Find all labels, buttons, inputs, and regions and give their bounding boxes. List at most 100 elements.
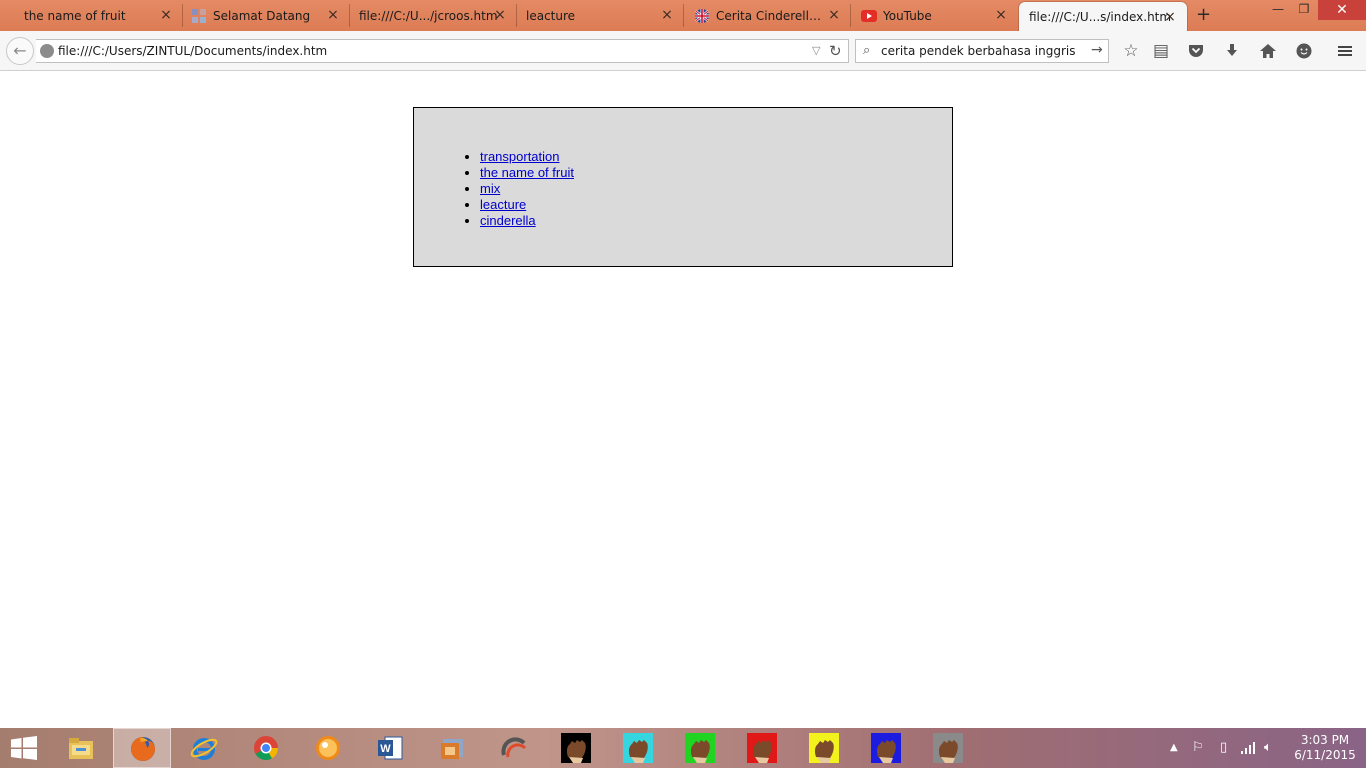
tray-expand-icon[interactable]: ▲ [1170, 742, 1178, 753]
taskbar-hand-cyan[interactable] [609, 728, 667, 768]
media-player-icon [316, 736, 340, 760]
list-item: the name of fruit [480, 165, 574, 181]
tab-close-icon[interactable]: × [159, 8, 173, 22]
tab-youtube[interactable]: YouTube × [851, 0, 1018, 31]
taskbar-media-player[interactable] [299, 728, 357, 768]
back-arrow-icon[interactable]: ← [6, 37, 34, 65]
link-menu-box: transportation the name of fruit mix lea… [413, 107, 953, 267]
tab-strip: the name of fruit × Selamat Datang × fil… [0, 0, 1366, 31]
hello-chat-icon[interactable] [1292, 39, 1316, 63]
pocket-icon[interactable] [1184, 39, 1208, 63]
grid-favicon-icon [192, 9, 206, 23]
tab-close-icon[interactable]: × [493, 8, 507, 22]
search-go-arrow-icon[interactable]: → [1091, 42, 1103, 58]
link-leacture[interactable]: leacture [480, 197, 526, 212]
taskbar-hand-red[interactable] [733, 728, 791, 768]
tab-index-active[interactable]: file:///C:/U...s/index.htm × [1019, 2, 1187, 31]
youtube-favicon-icon [861, 10, 877, 22]
tab-label: file:///C:/U.../jcroos.htm [359, 8, 498, 23]
link-the-name-of-fruit[interactable]: the name of fruit [480, 165, 574, 180]
taskbar-internet-explorer[interactable] [175, 728, 233, 768]
taskbar-hand-black[interactable] [547, 728, 605, 768]
new-tab-plus-icon[interactable]: + [1196, 6, 1211, 24]
taskbar-file-explorer[interactable] [52, 728, 110, 768]
file-explorer-icon [69, 738, 93, 759]
tab-cerita-cinderella[interactable]: Cerita Cinderella d... × [684, 0, 851, 31]
hand-cyan-icon [623, 733, 653, 763]
link-list: transportation the name of fruit mix lea… [480, 149, 574, 229]
minimize-icon[interactable]: — [1268, 2, 1288, 20]
system-clock[interactable]: 3:03 PM 6/11/2015 [1290, 733, 1360, 763]
tab-close-icon[interactable]: × [660, 8, 674, 22]
svg-text:W: W [380, 743, 391, 755]
tab-label: the name of fruit [24, 8, 126, 23]
taskbar-hand-gray[interactable] [919, 728, 977, 768]
action-center-flag-icon[interactable]: ⚐ [1192, 740, 1204, 755]
link-mix[interactable]: mix [480, 181, 500, 196]
internet-explorer-icon [190, 738, 218, 760]
tab-label: YouTube [883, 8, 932, 23]
page-content: transportation the name of fruit mix lea… [0, 72, 1366, 728]
taskbar-word[interactable]: W [361, 728, 419, 768]
history-dropdown-icon[interactable]: ▽ [812, 44, 820, 57]
tab-label: leacture [526, 8, 576, 23]
search-bar[interactable]: ⌕ cerita pendek berbahasa inggris → [855, 39, 1109, 63]
hand-yellow-icon [809, 733, 839, 763]
taskbar-hand-blue[interactable] [857, 728, 915, 768]
reload-icon[interactable]: ↻ [829, 42, 842, 60]
search-input[interactable]: cerita pendek berbahasa inggris [881, 44, 1075, 58]
download-icon[interactable] [1220, 39, 1244, 63]
taskbar-app[interactable] [423, 728, 481, 768]
bookmark-star-icon[interactable]: ☆ [1119, 39, 1143, 63]
list-item: transportation [480, 149, 574, 165]
windows-start-icon[interactable] [10, 736, 38, 760]
taskbar-app[interactable] [485, 728, 543, 768]
network-signal-icon[interactable] [1240, 741, 1256, 755]
battery-icon[interactable]: ▯ [1220, 740, 1227, 755]
firefox-icon [131, 737, 155, 761]
hand-green-icon [685, 733, 715, 763]
url-text[interactable]: file:///C:/Users/ZINTUL/Documents/index.… [58, 44, 327, 58]
restore-icon[interactable]: ❐ [1294, 2, 1314, 20]
uk-flag-favicon-icon [695, 9, 709, 23]
hamburger-menu-icon[interactable] [1333, 39, 1357, 63]
tab-the-name-of-fruit[interactable]: the name of fruit × [0, 0, 183, 31]
clock-time: 3:03 PM [1300, 733, 1350, 747]
app-icon [441, 739, 463, 759]
taskbar: W ▲ ⚐ ▯ 🔈︎ 3:03 PM 6/11/2015 [0, 728, 1366, 768]
navigation-bar: ← file:///C:/Users/ZINTUL/Documents/inde… [0, 31, 1366, 71]
home-icon[interactable] [1256, 39, 1280, 63]
clock-date: 6/11/2015 [1294, 748, 1356, 762]
tab-close-icon[interactable]: × [326, 8, 340, 22]
search-icon: ⌕ [863, 43, 871, 58]
link-cinderella[interactable]: cinderella [480, 213, 536, 228]
taskbar-firefox[interactable] [113, 728, 171, 768]
tab-leacture[interactable]: leacture × [517, 0, 684, 31]
tab-close-icon[interactable]: × [994, 8, 1008, 22]
tab-close-icon[interactable]: × [1163, 10, 1177, 24]
tab-label: file:///C:/U...s/index.htm [1029, 9, 1172, 24]
tab-label: Selamat Datang [213, 8, 311, 23]
taskbar-hand-green[interactable] [671, 728, 729, 768]
taskbar-hand-yellow[interactable] [795, 728, 853, 768]
hand-red-icon [747, 733, 777, 763]
volume-icon[interactable]: 🔈︎ [1264, 740, 1272, 755]
tab-label: Cerita Cinderella d... [716, 8, 824, 23]
tab-close-icon[interactable]: × [827, 8, 841, 22]
app-icon [501, 737, 527, 758]
tab-jcroos[interactable]: file:///C:/U.../jcroos.htm × [350, 0, 517, 31]
hand-gray-icon [933, 733, 963, 763]
list-item: mix [480, 181, 574, 197]
link-transportation[interactable]: transportation [480, 149, 560, 164]
address-bar[interactable]: file:///C:/Users/ZINTUL/Documents/index.… [36, 39, 849, 63]
word-icon: W [378, 736, 403, 760]
taskbar-chrome[interactable] [237, 728, 295, 768]
list-item: leacture [480, 197, 574, 213]
chrome-icon [254, 736, 278, 761]
hand-black-icon [561, 733, 591, 763]
window-close-icon[interactable]: ✕ [1318, 0, 1366, 20]
reading-list-icon[interactable]: ▤ [1149, 39, 1173, 63]
tab-selamat-datang[interactable]: Selamat Datang × [183, 0, 350, 31]
hand-blue-icon [871, 733, 901, 763]
list-item: cinderella [480, 213, 574, 229]
